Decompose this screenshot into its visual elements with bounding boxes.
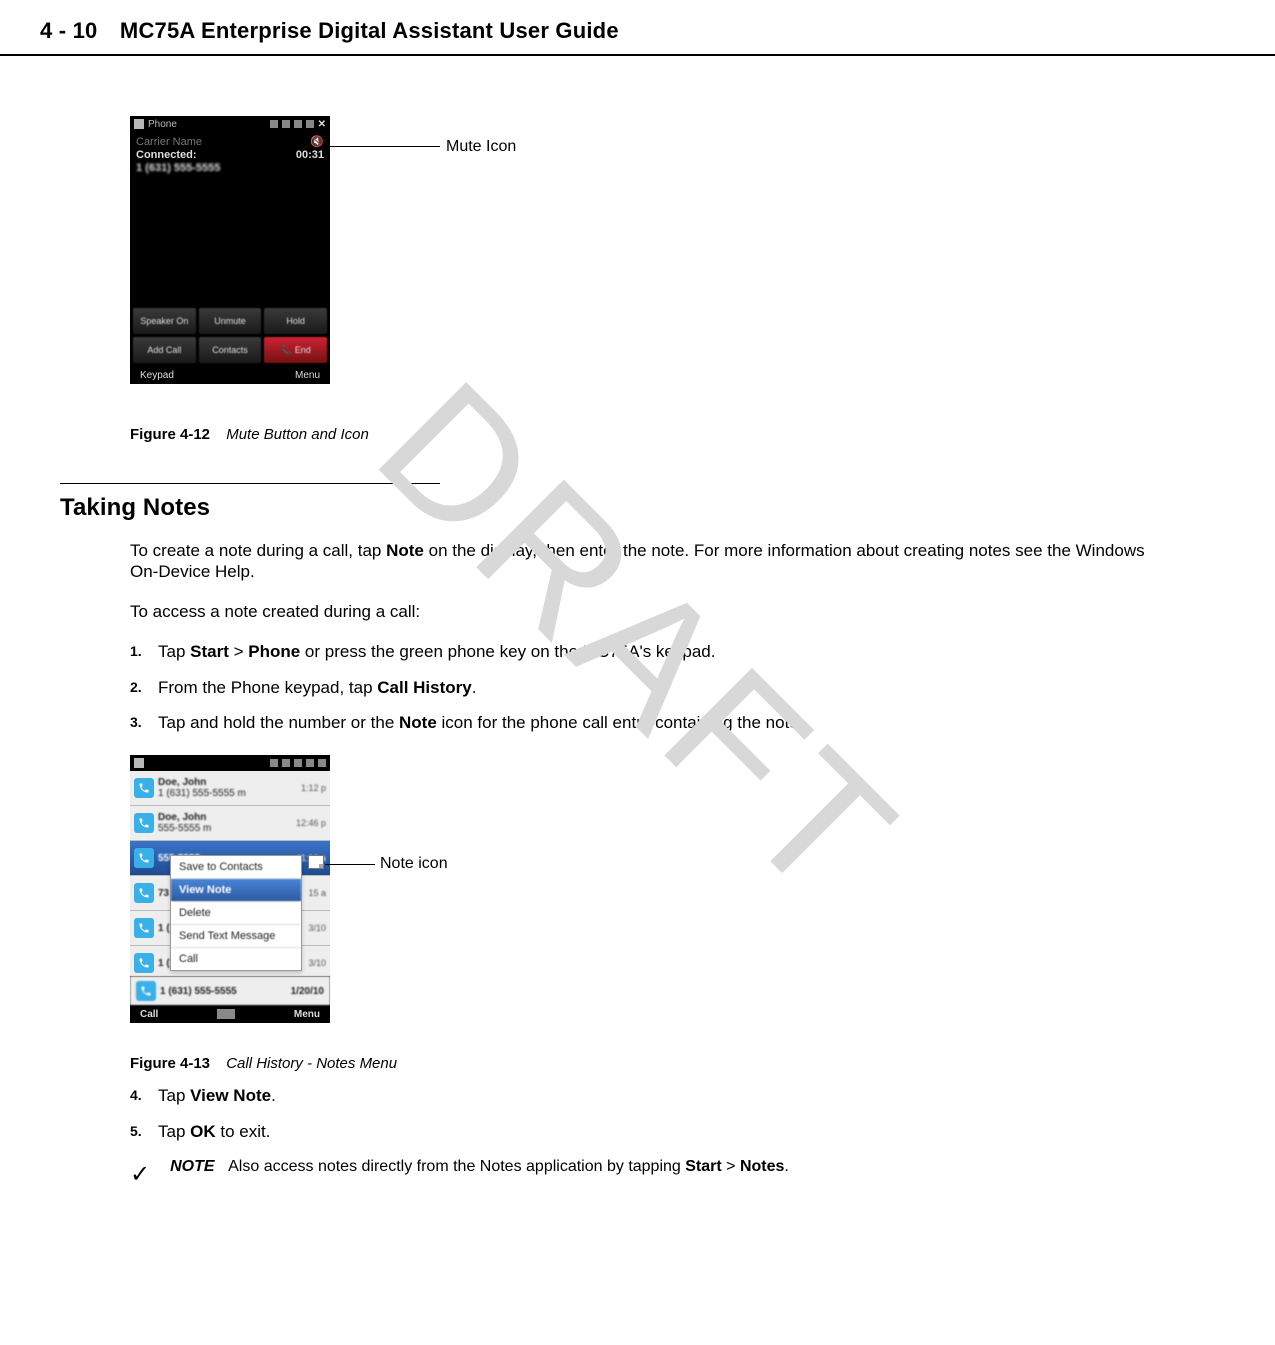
phone-icon xyxy=(134,953,154,973)
end-button: 📞End xyxy=(264,337,327,363)
page-header: 4 - 10 MC75A Enterprise Digital Assistan… xyxy=(0,0,1275,56)
ordered-list: Tap Start > Phone or press the green pho… xyxy=(130,640,1155,735)
phone-screenshot-call-history: Phone Doe, John1 (631) 555-5555 m1:12 pD… xyxy=(130,755,330,1023)
phone-icon xyxy=(134,848,154,868)
menu-label: Menu xyxy=(294,1009,320,1020)
hold-button: Hold xyxy=(264,308,327,334)
context-menu-item: Delete xyxy=(171,902,301,925)
menu-label: Menu xyxy=(295,370,320,381)
phone-icon xyxy=(134,918,154,938)
list-item: Tap View Note. xyxy=(130,1084,1155,1108)
unmute-button: Unmute xyxy=(199,308,262,334)
figure-number: Figure 4-13 xyxy=(130,1055,210,1072)
dialed-number: 1 (631) 555-5555 xyxy=(136,162,324,174)
battery-icon xyxy=(306,120,314,128)
paragraph: To access a note created during a call: xyxy=(130,601,1155,622)
context-menu-item: Save to Contacts xyxy=(171,856,301,879)
call-history-row: Doe, John1 (631) 555-5555 m1:12 p xyxy=(130,771,330,806)
phone-icon xyxy=(134,883,154,903)
windows-icon xyxy=(134,119,144,129)
figure-caption: Figure 4-12 Mute Button and Icon xyxy=(130,426,1215,443)
close-icon: ✕ xyxy=(318,119,326,130)
signal-icon xyxy=(270,120,278,128)
connected-label: Connected: xyxy=(136,149,197,161)
signal-icon xyxy=(282,120,290,128)
list-item: Tap Start > Phone or press the green pho… xyxy=(130,640,1155,664)
call-duration: 00:31 xyxy=(296,149,324,161)
ordered-list: Tap View Note. Tap OK to exit. xyxy=(130,1084,1155,1144)
carrier-label: Carrier Name xyxy=(136,136,202,148)
signal-icon xyxy=(270,759,278,767)
volume-icon xyxy=(294,120,302,128)
keyboard-icon xyxy=(217,1009,235,1019)
battery-icon xyxy=(318,759,326,767)
context-menu: Save to ContactsView NoteDeleteSend Text… xyxy=(170,855,302,971)
signal-icon xyxy=(282,759,290,767)
app-title: Phone xyxy=(148,119,177,130)
figure-number: Figure 4-12 xyxy=(130,426,210,443)
call-label: Call xyxy=(140,1009,158,1020)
add-call-button: Add Call xyxy=(133,337,196,363)
page-number: 4 - 10 xyxy=(40,18,97,43)
note-text: NOTE Also access notes directly from the… xyxy=(170,1158,789,1176)
section-heading: Taking Notes xyxy=(60,483,440,522)
contacts-button: Contacts xyxy=(199,337,262,363)
battery-icon xyxy=(306,759,314,767)
phone-icon xyxy=(134,813,154,833)
list-item: Tap OK to exit. xyxy=(130,1120,1155,1144)
phone-icon xyxy=(136,981,156,1001)
callout-line xyxy=(330,146,440,147)
figure-title: Mute Button and Icon xyxy=(226,426,369,443)
note-block: ✓ NOTE Also access notes directly from t… xyxy=(130,1158,1215,1189)
list-item: Tap and hold the number or the Note icon… xyxy=(130,711,1155,735)
mute-icon: 🔇 xyxy=(310,135,324,148)
call-history-row: Doe, John555-5555 m12:46 p xyxy=(130,806,330,841)
context-menu-item: View Note xyxy=(171,879,301,902)
volume-icon xyxy=(294,759,302,767)
keypad-label: Keypad xyxy=(140,370,174,381)
windows-icon xyxy=(134,758,144,768)
mute-icon-callout: Mute Icon xyxy=(446,138,516,156)
checkmark-icon: ✓ xyxy=(130,1158,150,1189)
figure-title: Call History - Notes Menu xyxy=(226,1055,397,1072)
context-menu-item: Call xyxy=(171,948,301,970)
call-history-footer: 1 (631) 555-5555 1/20/10 xyxy=(130,976,330,1005)
context-menu-item: Send Text Message xyxy=(171,925,301,948)
app-title: Phone xyxy=(148,758,177,769)
note-icon-callout: Note icon xyxy=(380,855,448,873)
phone-icon xyxy=(134,778,154,798)
speaker-button: Speaker On xyxy=(133,308,196,334)
callout-line xyxy=(325,864,375,865)
guide-title: MC75A Enterprise Digital Assistant User … xyxy=(120,18,619,43)
note-icon xyxy=(308,855,324,869)
figure-caption: Figure 4-13 Call History - Notes Menu xyxy=(130,1055,1215,1072)
list-item: From the Phone keypad, tap Call History. xyxy=(130,676,1155,700)
paragraph: To create a note during a call, tap Note… xyxy=(130,540,1155,583)
phone-screenshot-mute: Phone ✕ Carrier Name 🔇 xyxy=(130,116,330,384)
